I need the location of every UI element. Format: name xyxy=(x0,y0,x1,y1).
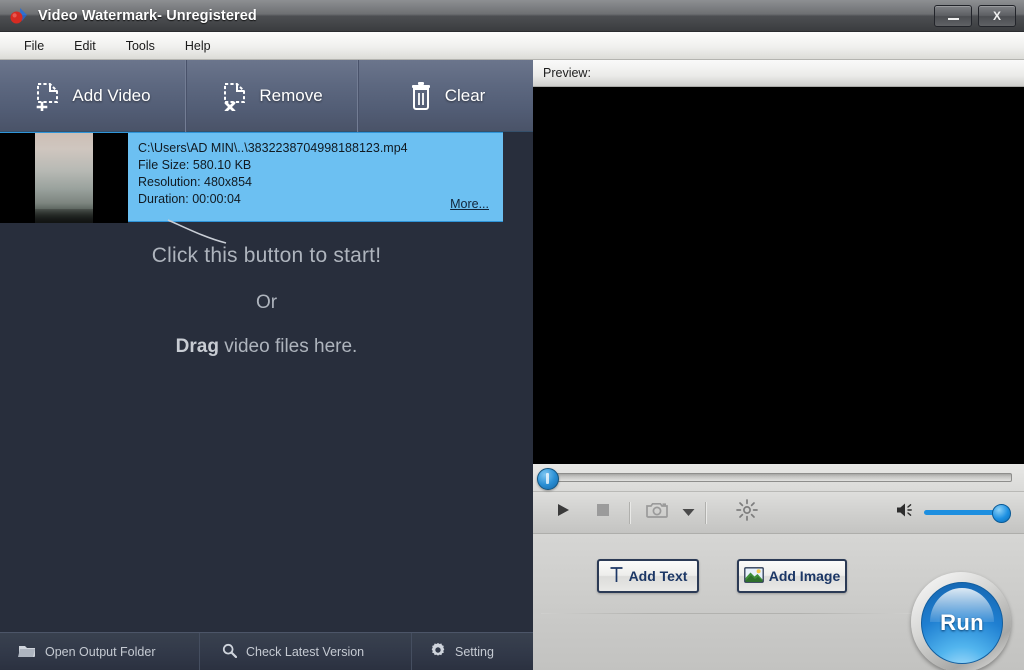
check-latest-version-button[interactable]: Check Latest Version xyxy=(200,633,412,670)
window-title: Video Watermark- Unregistered xyxy=(38,8,257,24)
add-image-button[interactable]: Add Image xyxy=(737,559,847,593)
run-button[interactable]: Run xyxy=(911,572,1011,670)
minimize-icon xyxy=(948,18,959,20)
run-button-face: Run xyxy=(921,582,1003,664)
add-video-button[interactable]: Add Video xyxy=(0,60,186,132)
left-pane: Add Video Remove xyxy=(0,60,533,670)
preview-label: Preview: xyxy=(533,66,591,80)
sparkle-effects-icon xyxy=(736,499,758,526)
clear-button[interactable]: Clear xyxy=(358,60,533,132)
add-video-label: Add Video xyxy=(72,86,150,106)
close-icon: X xyxy=(993,9,1001,23)
minimize-button[interactable] xyxy=(934,5,972,27)
app-droplet-logo-icon xyxy=(8,5,30,27)
action-zone: Add Text Add Image Run xyxy=(533,534,1024,670)
status-bar: Open Output Folder Check Latest Version xyxy=(0,632,533,670)
file-size: File Size: 580.10 KB xyxy=(138,157,493,174)
clear-label: Clear xyxy=(445,86,486,106)
snapshot-button[interactable] xyxy=(637,496,677,530)
more-link[interactable]: More... xyxy=(450,196,489,213)
drop-zone-line3-rest: video files here. xyxy=(219,336,357,357)
right-pane: Preview: xyxy=(533,60,1024,670)
remove-button[interactable]: Remove xyxy=(186,60,358,132)
setting-button[interactable]: Setting xyxy=(412,633,533,670)
camera-icon xyxy=(646,501,668,524)
divider xyxy=(541,613,911,614)
file-duration: Duration: 00:00:04 xyxy=(138,191,493,208)
divider xyxy=(629,502,631,524)
app-window: Video Watermark- Unregistered X File Edi… xyxy=(0,0,1024,670)
volume-control[interactable] xyxy=(896,502,1014,523)
file-path: C:\Users\AD MIN\..\3832238704998188123.m… xyxy=(138,140,493,157)
menu-bar: File Edit Tools Help xyxy=(0,32,1024,60)
open-output-folder-button[interactable]: Open Output Folder xyxy=(0,633,200,670)
gear-icon xyxy=(430,642,446,661)
drop-zone-line2: Or xyxy=(0,292,533,314)
file-list-item[interactable]: C:\Users\AD MIN\..\3832238704998188123.m… xyxy=(0,132,503,222)
video-preview-surface[interactable] xyxy=(533,87,1024,464)
add-text-button[interactable]: Add Text xyxy=(597,559,699,593)
close-button[interactable]: X xyxy=(978,5,1016,27)
video-thumbnail xyxy=(0,133,128,223)
drop-zone[interactable]: Click this button to start! Or Drag vide… xyxy=(0,244,533,358)
picture-icon xyxy=(744,567,764,586)
menu-item-file[interactable]: File xyxy=(14,35,54,57)
stop-icon xyxy=(596,503,610,522)
remove-file-icon xyxy=(221,81,249,111)
trash-icon xyxy=(407,81,435,111)
menu-item-edit[interactable]: Edit xyxy=(64,35,106,57)
add-file-icon xyxy=(34,81,62,111)
play-icon xyxy=(555,502,571,523)
window-controls: X xyxy=(934,5,1024,27)
divider xyxy=(705,502,707,524)
setting-label: Setting xyxy=(455,645,494,659)
effects-button[interactable] xyxy=(727,496,767,530)
speaker-icon xyxy=(896,502,916,523)
drop-zone-drag-word: Drag xyxy=(176,336,219,357)
stop-button[interactable] xyxy=(583,496,623,530)
run-label: Run xyxy=(940,610,984,636)
volume-thumb[interactable] xyxy=(992,504,1011,523)
menu-item-tools[interactable]: Tools xyxy=(116,35,165,57)
volume-slider[interactable] xyxy=(924,510,1004,515)
remove-label: Remove xyxy=(259,86,322,106)
menu-item-help[interactable]: Help xyxy=(175,35,221,57)
folder-icon xyxy=(18,643,36,661)
add-text-label: Add Text xyxy=(629,568,688,584)
pointer-arrow-icon xyxy=(166,218,232,246)
play-button[interactable] xyxy=(543,496,583,530)
check-latest-version-label: Check Latest Version xyxy=(246,645,364,659)
file-info: C:\Users\AD MIN\..\3832238704998188123.m… xyxy=(128,133,503,221)
main-toolbar: Add Video Remove xyxy=(0,60,533,132)
drop-zone-line1: Click this button to start! xyxy=(0,244,533,268)
text-t-icon xyxy=(609,566,624,586)
add-image-label: Add Image xyxy=(769,568,841,584)
seek-thumb[interactable] xyxy=(537,468,559,490)
title-bar: Video Watermark- Unregistered X xyxy=(0,0,1024,32)
drop-zone-line3: Drag video files here. xyxy=(0,336,533,358)
preview-header: Preview: xyxy=(533,60,1024,87)
open-output-folder-label: Open Output Folder xyxy=(45,645,155,659)
snapshot-dropdown-button[interactable] xyxy=(677,496,699,530)
search-icon xyxy=(222,643,237,661)
seek-track[interactable] xyxy=(545,473,1012,482)
seek-bar[interactable] xyxy=(533,464,1024,492)
chevron-down-icon xyxy=(682,504,695,522)
file-resolution: Resolution: 480x854 xyxy=(138,174,493,191)
player-controls xyxy=(533,492,1024,534)
